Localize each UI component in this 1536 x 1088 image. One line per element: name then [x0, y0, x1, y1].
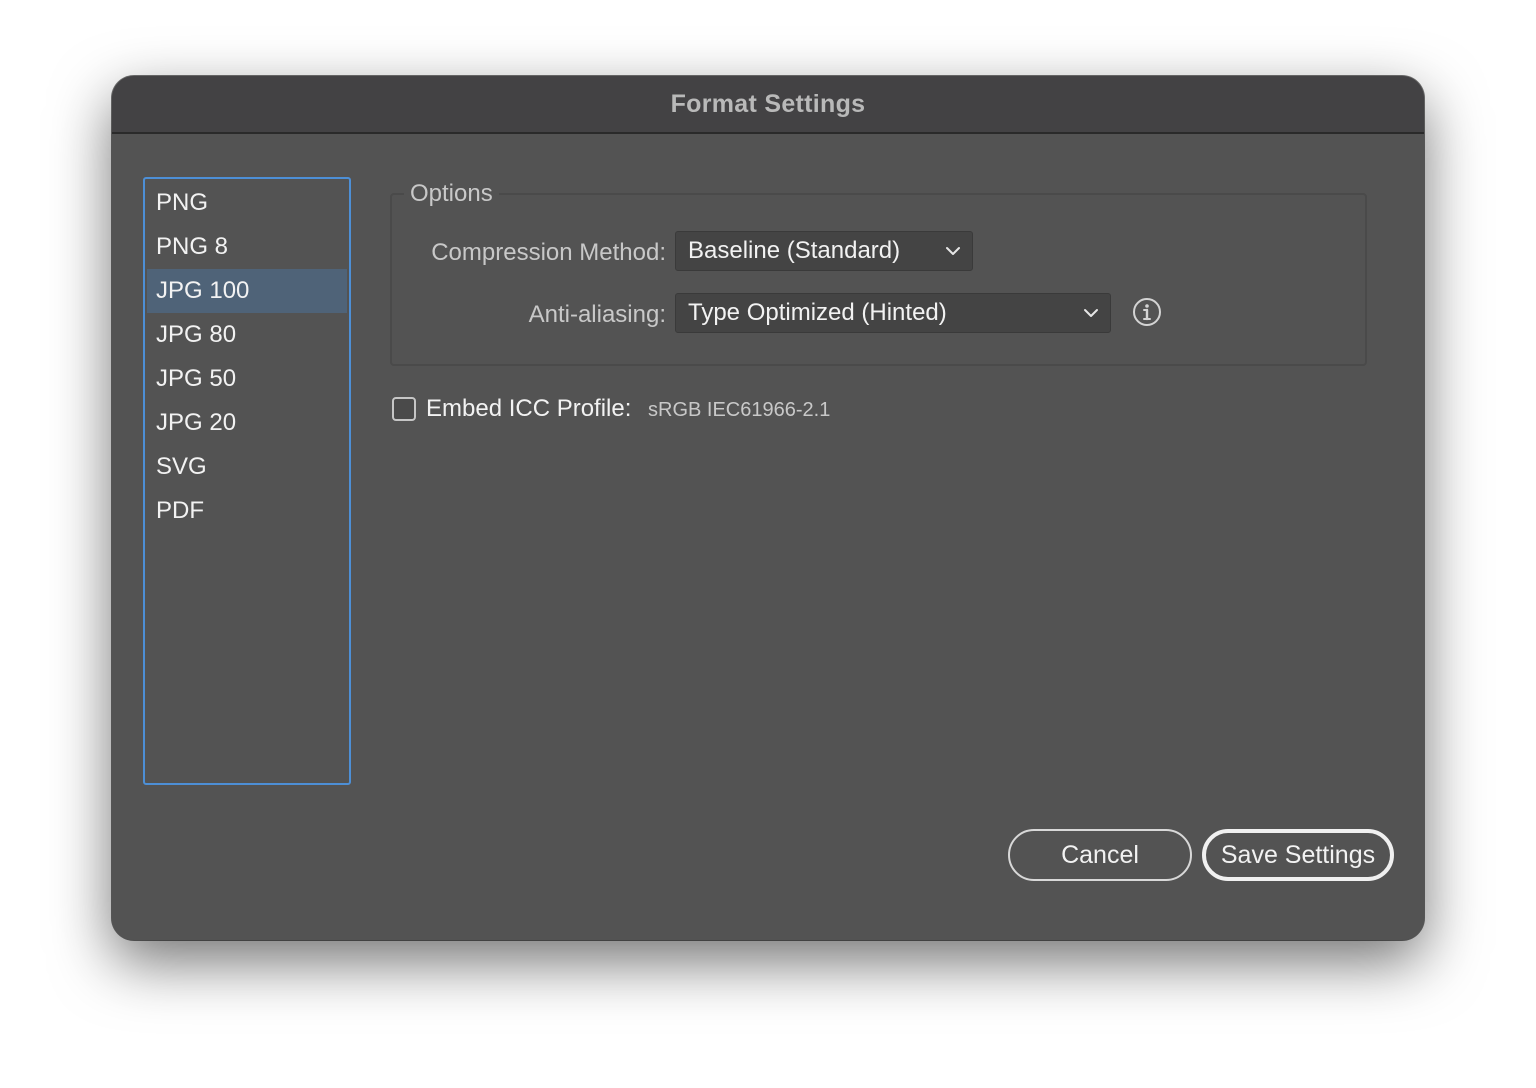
format-item-jpg80[interactable]: JPG 80 [147, 313, 347, 357]
format-settings-dialog: Format Settings PNG PNG 8 JPG 100 JPG 80… [112, 76, 1424, 940]
compression-method-dropdown[interactable]: Baseline (Standard) [675, 231, 973, 271]
chevron-down-icon [1084, 309, 1098, 317]
anti-aliasing-label: Anti-aliasing: [528, 301, 666, 328]
format-item-pdf[interactable]: PDF [147, 489, 347, 533]
embed-icc-checkbox[interactable] [392, 397, 416, 421]
format-item-jpg50[interactable]: JPG 50 [147, 357, 347, 401]
info-icon[interactable] [1132, 297, 1162, 327]
options-legend: Options [404, 178, 499, 210]
dialog-title: Format Settings [670, 89, 866, 118]
format-item-jpg20[interactable]: JPG 20 [147, 401, 347, 445]
compression-method-value: Baseline (Standard) [688, 237, 901, 264]
anti-aliasing-value: Type Optimized (Hinted) [688, 299, 947, 326]
options-group [390, 193, 1367, 366]
anti-aliasing-dropdown[interactable]: Type Optimized (Hinted) [675, 293, 1111, 333]
format-item-png8[interactable]: PNG 8 [147, 225, 347, 269]
format-item-png[interactable]: PNG [147, 181, 347, 225]
format-item-jpg100[interactable]: JPG 100 [147, 269, 347, 313]
embed-icc-label[interactable]: Embed ICC Profile: [426, 392, 631, 426]
cancel-button[interactable]: Cancel [1008, 829, 1192, 881]
format-list[interactable]: PNG PNG 8 JPG 100 JPG 80 JPG 50 JPG 20 S… [143, 177, 351, 785]
format-item-svg[interactable]: SVG [147, 445, 347, 489]
title-bar: Format Settings [112, 76, 1424, 134]
chevron-down-icon [946, 247, 960, 255]
save-settings-button[interactable]: Save Settings [1202, 829, 1394, 881]
icc-profile-name: sRGB IEC61966-2.1 [648, 399, 831, 421]
compression-method-label: Compression Method: [431, 239, 666, 266]
